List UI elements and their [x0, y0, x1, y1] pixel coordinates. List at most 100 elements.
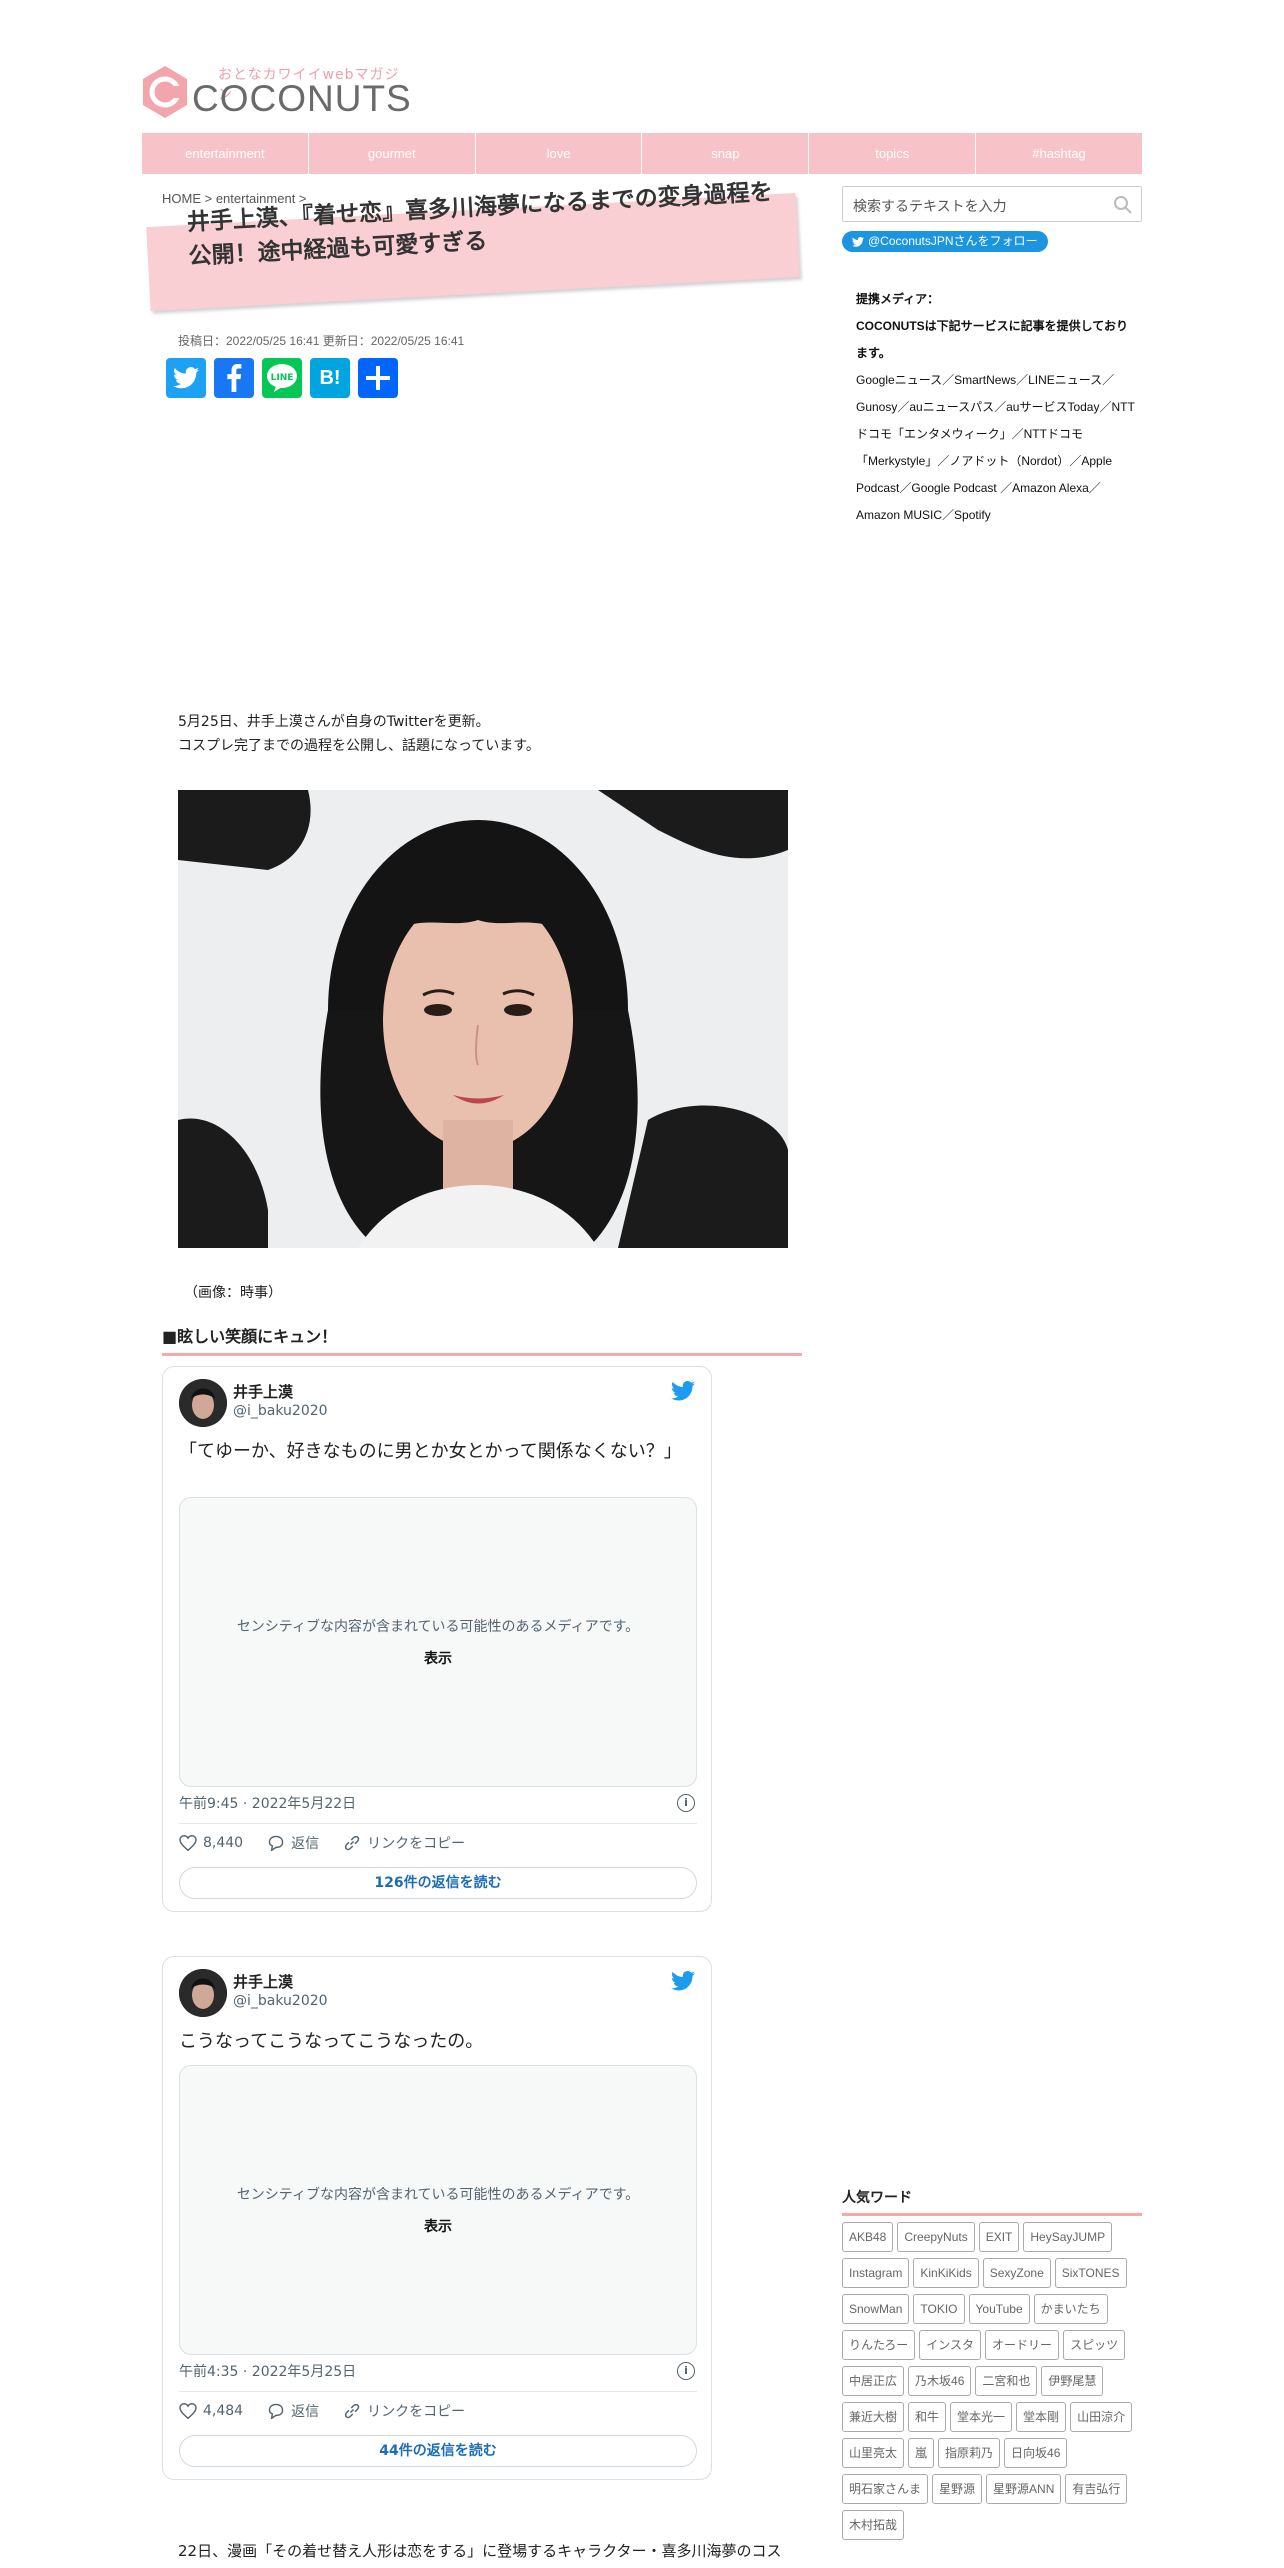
info-icon[interactable]: i: [677, 2362, 695, 2380]
tag-chip[interactable]: 二宮和也: [975, 2366, 1038, 2396]
lead-line-2: コスプレ完了までの過程を公開し、話題になっています。: [178, 738, 540, 754]
nav-entertainment[interactable]: entertainment: [142, 133, 309, 174]
search-box[interactable]: 検索するテキストを入力: [842, 186, 1142, 222]
twitter-bird-icon[interactable]: [671, 1381, 695, 1401]
tag-chip[interactable]: SixTONES: [1054, 2258, 1127, 2288]
nav-love[interactable]: love: [476, 133, 643, 174]
tweet-author-handle[interactable]: @i_baku2020: [233, 1993, 328, 2009]
tag-chip[interactable]: HeySayJUMP: [1023, 2222, 1113, 2252]
embedded-tweet-2[interactable]: 井手上漠 @i_baku2020 こうなってこうなってこうなったの。 センシティ…: [162, 1956, 712, 2480]
site-logo[interactable]: おとなカワイイwebマガジン COCONUTS: [140, 64, 411, 120]
tag-chip[interactable]: りんたろー: [842, 2330, 916, 2360]
tag-chip[interactable]: 星野源ANN: [986, 2474, 1062, 2504]
twitter-follow-button[interactable]: @CoconutsJPNさんをフォロー: [842, 231, 1048, 252]
reply-button[interactable]: 返信: [267, 1833, 319, 1853]
article-lead: 5月25日、井手上漠さんが自身のTwitterを更新。 コスプレ完了までの過程を…: [178, 710, 540, 758]
heart-icon: [179, 1835, 197, 1851]
tag-chip[interactable]: YouTube: [968, 2294, 1030, 2324]
follow-label: @CoconutsJPNさんをフォロー: [868, 234, 1038, 248]
nav-snap[interactable]: snap: [642, 133, 810, 174]
search-icon[interactable]: [1113, 195, 1133, 215]
tag-chip[interactable]: オードリー: [985, 2330, 1060, 2360]
read-replies-button[interactable]: 126件の返信を読む: [179, 1867, 697, 1899]
tag-chip[interactable]: 星野源: [932, 2474, 983, 2504]
tag-chip[interactable]: Instagram: [842, 2258, 910, 2288]
share-buttons: LINE B!: [166, 358, 398, 398]
tag-chip[interactable]: インスタ: [919, 2330, 982, 2360]
reply-label: 返信: [291, 1836, 320, 1852]
tag-chip[interactable]: 中居正広: [842, 2366, 905, 2396]
like-count: 4,484: [203, 2403, 244, 2419]
tag-chip[interactable]: 日向坂46: [1004, 2438, 1068, 2468]
nav-gourmet[interactable]: gourmet: [309, 133, 476, 174]
portrait-illustration: [178, 790, 788, 1248]
twitter-bird-icon[interactable]: [671, 1971, 695, 1991]
tag-chip[interactable]: EXIT: [978, 2222, 1020, 2252]
like-button[interactable]: 4,484: [179, 2403, 243, 2419]
twitter-share-button[interactable]: [166, 358, 206, 398]
tag-chip[interactable]: 和牛: [908, 2402, 947, 2432]
line-icon-label: LINE: [271, 373, 294, 383]
heart-icon: [179, 2403, 197, 2419]
copy-link-button[interactable]: リンクをコピー: [343, 2401, 465, 2421]
tweet-author-name[interactable]: 井手上漠: [233, 1381, 293, 1402]
like-button[interactable]: 8,440: [179, 1835, 243, 1851]
tag-chip[interactable]: 山里亮太: [842, 2438, 905, 2468]
facebook-share-button[interactable]: [214, 358, 254, 398]
coconut-logo-icon: [143, 66, 187, 118]
sensitive-media-placeholder[interactable]: センシティブな内容が含まれている可能性のあるメディアです。 表示: [179, 1497, 697, 1787]
addtoany-share-button[interactable]: [358, 358, 398, 398]
show-media-button[interactable]: 表示: [180, 1648, 696, 1668]
tag-chip[interactable]: 指原莉乃: [938, 2438, 1001, 2468]
tweet-text: 「てゆーか、好きなものに男とか女とかって関係なくない？」: [179, 1441, 682, 1462]
tag-chip[interactable]: 山田涼介: [1070, 2402, 1133, 2432]
line-icon: LINE: [267, 364, 297, 392]
tweet-author-name[interactable]: 井手上漠: [233, 1971, 293, 1992]
avatar-image: [179, 1379, 227, 1427]
search-input[interactable]: 検索するテキストを入力: [853, 196, 1007, 216]
tweet-timestamp[interactable]: 午前9:45 · 2022年5月22日: [179, 1793, 356, 1813]
tag-chip[interactable]: AKB48: [842, 2222, 894, 2252]
tag-chip[interactable]: 兼近大樹: [842, 2402, 905, 2432]
copy-link-button[interactable]: リンクをコピー: [343, 1833, 465, 1853]
nav-hashtag[interactable]: #hashtag: [976, 133, 1142, 174]
tag-chip[interactable]: 堂本剛: [1016, 2402, 1067, 2432]
line-share-button[interactable]: LINE: [262, 358, 302, 398]
reply-icon: [268, 1835, 284, 1851]
sensitive-media-placeholder[interactable]: センシティブな内容が含まれている可能性のあるメディアです。 表示: [179, 2065, 697, 2355]
tag-chip[interactable]: TOKIO: [913, 2294, 965, 2324]
hatena-share-button[interactable]: B!: [310, 358, 350, 398]
tag-chip[interactable]: 乃木坂46: [908, 2366, 972, 2396]
embedded-tweet-1[interactable]: 井手上漠 @i_baku2020 「てゆーか、好きなものに男とか女とかって関係な…: [162, 1366, 712, 1912]
avatar[interactable]: [179, 1969, 227, 2017]
link-icon: [344, 2403, 360, 2419]
tweet-timestamp[interactable]: 午前4:35 · 2022年5月25日: [179, 2361, 356, 2381]
tag-chip[interactable]: 嵐: [908, 2438, 935, 2468]
twitter-icon: [852, 236, 864, 247]
tag-chip[interactable]: 有吉弘行: [1065, 2474, 1128, 2504]
tag-chip[interactable]: 堂本光一: [950, 2402, 1013, 2432]
section-heading: ■眩しい笑顔にキュン！: [162, 1323, 802, 1356]
popular-tags: AKB48 CreepyNuts EXIT HeySayJUMP Instagram Ki…: [842, 2222, 1152, 2540]
read-replies-button[interactable]: 44件の返信を読む: [179, 2435, 697, 2467]
copy-link-label: リンクをコピー: [367, 2404, 466, 2420]
tag-chip[interactable]: SnowMan: [842, 2294, 910, 2324]
nav-topics[interactable]: topics: [809, 133, 977, 174]
partners-heading: 提携メディア：: [856, 292, 940, 306]
tag-chip[interactable]: CreepyNuts: [897, 2222, 975, 2252]
tag-chip[interactable]: 明石家さんま: [842, 2474, 929, 2504]
reply-button[interactable]: 返信: [267, 2401, 319, 2421]
tag-chip[interactable]: 木村拓哉: [842, 2510, 905, 2540]
tag-chip[interactable]: スピッツ: [1063, 2330, 1126, 2360]
tweet-text: こうなってこうなってこうなったの。: [179, 2031, 484, 2052]
show-media-button[interactable]: 表示: [180, 2216, 696, 2236]
tag-chip[interactable]: かまいたち: [1033, 2294, 1108, 2324]
tweet-author-handle[interactable]: @i_baku2020: [233, 1403, 328, 1419]
tag-chip[interactable]: 伊野尾慧: [1041, 2366, 1104, 2396]
tag-chip[interactable]: KinKiKids: [913, 2258, 979, 2288]
tag-chip[interactable]: SexyZone: [982, 2258, 1051, 2288]
avatar[interactable]: [179, 1379, 227, 1427]
info-icon[interactable]: i: [677, 1794, 695, 1812]
like-count: 8,440: [203, 1835, 244, 1851]
reply-icon: [268, 2403, 284, 2419]
